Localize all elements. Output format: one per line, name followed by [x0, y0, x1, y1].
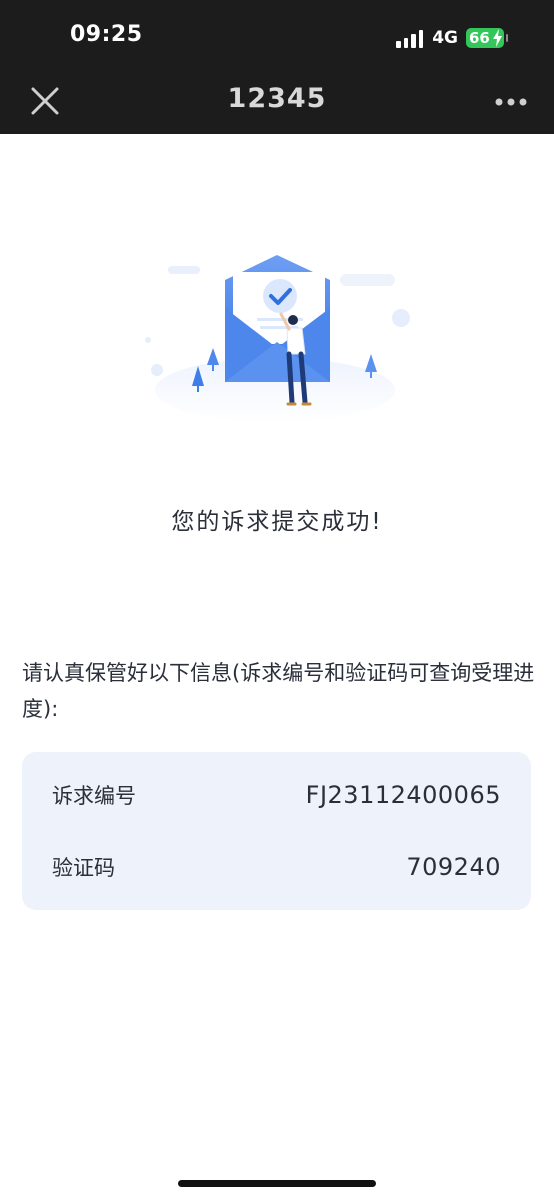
page-title: 12345 — [227, 83, 327, 114]
more-icon[interactable] — [494, 95, 528, 109]
info-label: 诉求编号 — [52, 784, 136, 808]
info-row-verification-code: 验证码 709240 — [52, 852, 501, 882]
header-bar: 09:25 4G 66 12345 — [0, 0, 554, 134]
signal-icon — [396, 28, 424, 48]
status-indicators: 4G 66 — [396, 24, 508, 52]
success-message: 您的诉求提交成功! — [171, 509, 383, 535]
envelope-checkmark-illustration — [145, 255, 410, 422]
info-card: 诉求编号 FJ23112400065 验证码 709240 — [22, 752, 531, 910]
charging-bolt-icon — [493, 29, 502, 47]
battery-icon: 66 — [466, 28, 508, 48]
app-screen: 09:25 4G 66 12345 您的诉求提交成功! 请认真保管好以下信息(诉… — [0, 0, 554, 1200]
notice-text: 请认真保管好以下信息(诉求编号和验证码可查询受理进度): — [22, 661, 535, 721]
status-time: 09:25 — [70, 22, 143, 47]
info-value: 709240 — [406, 853, 501, 881]
info-value: FJ23112400065 — [305, 781, 501, 809]
home-indicator[interactable] — [178, 1180, 376, 1187]
info-row-case-number: 诉求编号 FJ23112400065 — [52, 780, 501, 810]
battery-level: 66 — [469, 29, 490, 47]
network-type: 4G — [432, 28, 458, 48]
info-label: 验证码 — [52, 856, 115, 880]
